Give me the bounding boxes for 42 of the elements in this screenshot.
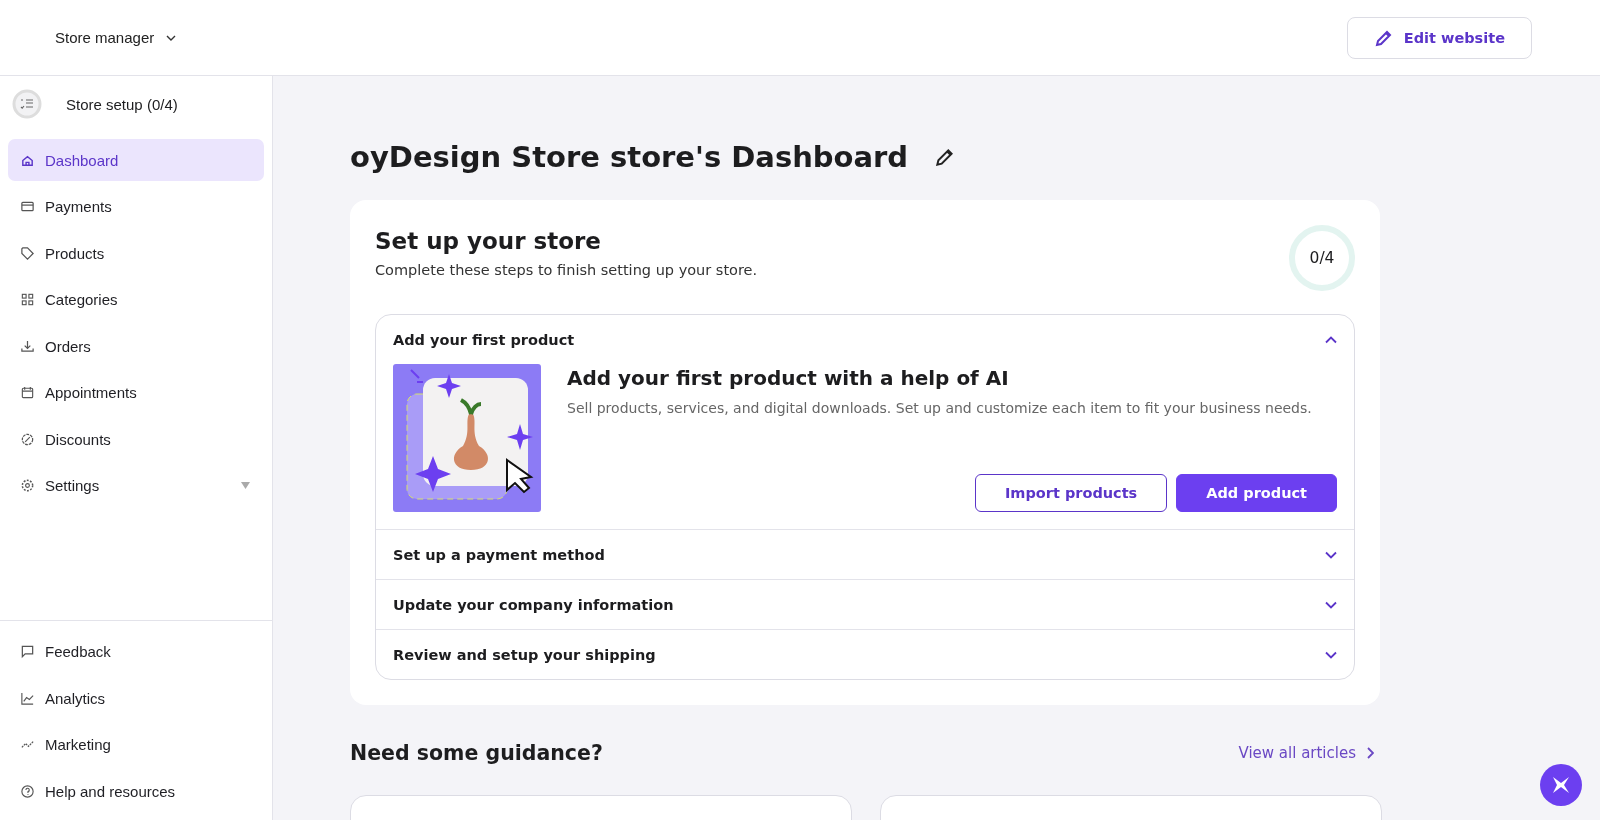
sidebar-item[interactable]: Feedback	[8, 630, 264, 673]
import-products-button[interactable]: Import products	[974, 474, 1168, 512]
sidebar-item[interactable]: Settings	[8, 464, 264, 507]
grid-icon	[20, 292, 35, 307]
sidebar-item[interactable]: Discounts	[8, 418, 264, 460]
sidebar-item[interactable]: Products	[8, 232, 264, 274]
sidebar-item[interactable]: Dashboard	[8, 139, 264, 181]
sidebar-item[interactable]: Categories	[8, 278, 264, 321]
step-header[interactable]: Update your company information	[376, 580, 1354, 629]
edit-website-button[interactable]: Edit website	[1346, 16, 1532, 59]
store-setup-item[interactable]: Store setup (0/4)	[0, 76, 272, 139]
tray-download-icon	[20, 338, 35, 354]
section-title: Need some guidance?	[350, 741, 603, 765]
step-description: Sell products, services, and digital downloads. Set up and customize each item to fit your business needs.	[567, 400, 1313, 416]
step-header[interactable]: Set up a payment method	[376, 530, 1354, 579]
step-header[interactable]: Add your first product	[376, 315, 1354, 364]
sidebar-item[interactable]: Analytics	[8, 677, 264, 719]
sidebar-item[interactable]: Payments	[8, 185, 264, 228]
card-icon	[20, 199, 35, 214]
store-manager-dropdown[interactable]: Store manager	[55, 29, 177, 46]
tag-icon	[20, 245, 35, 261]
sidebar-item[interactable]: Help and resources	[8, 770, 264, 812]
sidebar-item[interactable]: Orders	[8, 325, 264, 367]
step-heading: Add your first product with a help of AI	[567, 366, 1010, 390]
card-title: Set up your store	[375, 228, 602, 254]
gear-icon	[20, 478, 35, 493]
chevron-down-icon	[166, 34, 177, 41]
chat-assistant-button[interactable]	[1540, 764, 1582, 806]
step-header[interactable]: Review and setup your shipping	[376, 630, 1354, 679]
help-icon	[20, 783, 35, 799]
card-subtitle: Complete these steps to finish setting up your store.	[375, 262, 758, 278]
calendar-icon	[20, 385, 35, 400]
sidebar-item[interactable]: Appointments	[8, 371, 264, 414]
sidebar-item[interactable]: Marketing	[8, 723, 264, 766]
page-title: oyDesign Store store's Dashboard	[350, 140, 909, 174]
speech-bubble-icon	[20, 644, 35, 659]
line-chart-icon	[20, 690, 35, 706]
view-all-articles-link[interactable]: View all articles	[1238, 744, 1374, 762]
progress-ring: 0/4	[1288, 224, 1356, 292]
add-product-button[interactable]: Add product	[1176, 474, 1337, 512]
badge-icon	[20, 431, 35, 447]
chevron-right-icon	[1366, 747, 1374, 759]
